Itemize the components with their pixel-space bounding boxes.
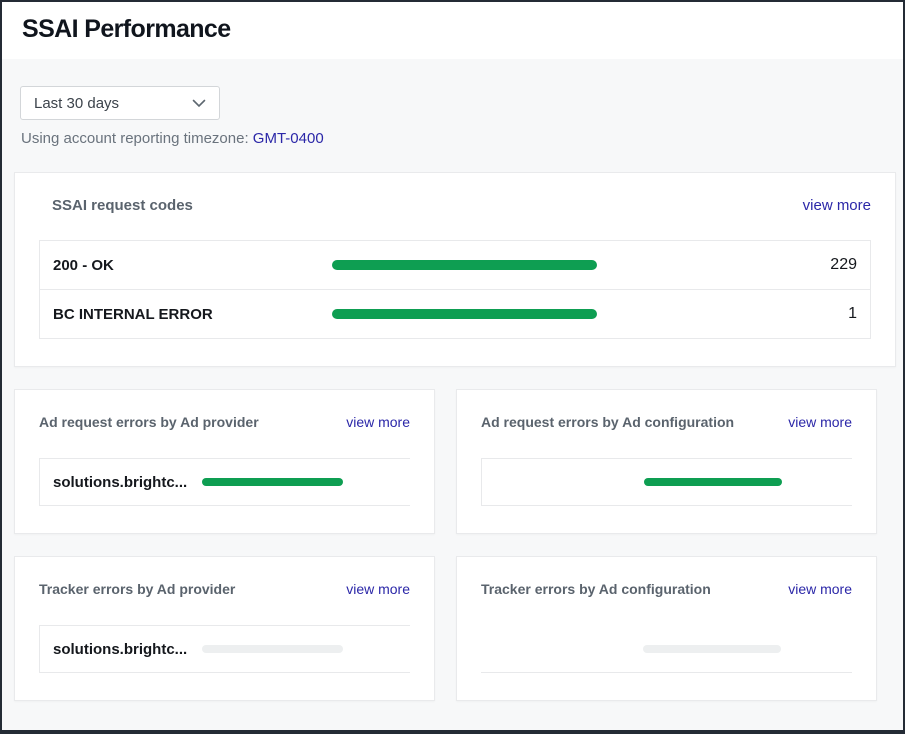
content-area: Last 30 days Using account reporting tim… — [2, 59, 903, 730]
row-bar — [643, 645, 781, 653]
row-label: 200 - OK — [53, 257, 332, 274]
card-head: SSAI request codes view more — [39, 197, 871, 214]
row-label: BC INTERNAL ERROR — [53, 306, 332, 323]
table-row: 200 - OK 229 — [40, 241, 870, 289]
request-codes-table: 200 - OK 229 BC INTERNAL ERROR 1 — [39, 240, 871, 339]
row-label: solutions.brightc... — [53, 474, 202, 491]
row-bar — [202, 645, 343, 653]
timezone-note: Using account reporting timezone: GMT-04… — [21, 130, 891, 147]
view-more-link[interactable]: view more — [788, 581, 852, 597]
card-title: Ad request errors by Ad provider — [39, 414, 259, 430]
card-title: Tracker errors by Ad provider — [39, 581, 235, 597]
row-bar — [644, 478, 782, 486]
view-more-link[interactable]: view more — [346, 581, 410, 597]
timezone-link[interactable]: GMT-0400 — [253, 130, 324, 147]
page-header: SSAI Performance — [2, 2, 903, 59]
row-label: solutions.brightc... — [53, 641, 202, 658]
card-tracker-errors-by-ad-configuration: Tracker errors by Ad configuration view … — [456, 556, 877, 701]
card-title: Tracker errors by Ad configuration — [481, 581, 711, 597]
card-ad-request-errors-by-ad-provider: Ad request errors by Ad provider view mo… — [14, 389, 435, 534]
card-head: Ad request errors by Ad provider view mo… — [39, 414, 410, 430]
report-controls: Last 30 days Using account reporting tim… — [20, 86, 891, 147]
card-head: Tracker errors by Ad configuration view … — [481, 581, 852, 597]
date-range-value: Last 30 days — [34, 95, 119, 112]
row-bar — [332, 260, 597, 270]
chevron-down-icon — [192, 95, 206, 112]
row-bar — [332, 309, 597, 319]
metric-row — [481, 458, 852, 506]
card-tracker-errors-by-ad-provider: Tracker errors by Ad provider view more … — [14, 556, 435, 701]
row-value: 1 — [848, 305, 857, 323]
card-title: Ad request errors by Ad configuration — [481, 414, 734, 430]
date-range-select[interactable]: Last 30 days — [20, 86, 220, 120]
page-title: SSAI Performance — [22, 15, 883, 44]
metric-row: solutions.brightc... — [39, 625, 410, 673]
card-title: SSAI request codes — [39, 197, 193, 214]
view-more-link[interactable]: view more — [803, 197, 871, 214]
card-ad-request-errors-by-ad-configuration: Ad request errors by Ad configuration vi… — [456, 389, 877, 534]
card-ssai-request-codes: SSAI request codes view more 200 - OK 22… — [14, 172, 896, 367]
card-head: Ad request errors by Ad configuration vi… — [481, 414, 852, 430]
row-bar — [202, 478, 343, 486]
view-more-link[interactable]: view more — [788, 414, 852, 430]
card-head: Tracker errors by Ad provider view more — [39, 581, 410, 597]
timezone-note-text: Using account reporting timezone: — [21, 130, 253, 147]
ssai-performance-page: SSAI Performance Last 30 days Using acco… — [0, 0, 905, 734]
table-row: BC INTERNAL ERROR 1 — [40, 289, 870, 338]
metric-row — [481, 625, 852, 673]
row-value: 229 — [830, 256, 857, 274]
cards-grid: Ad request errors by Ad provider view mo… — [14, 389, 891, 701]
metric-row: solutions.brightc... — [39, 458, 410, 506]
view-more-link[interactable]: view more — [346, 414, 410, 430]
